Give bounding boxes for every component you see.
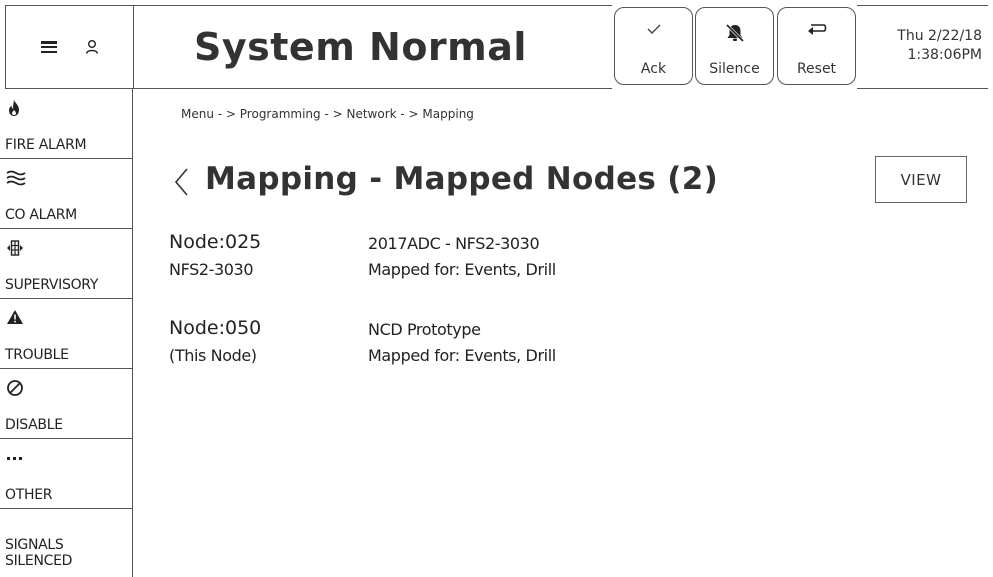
list-item[interactable]: Node:025 NFS2-3030 2017ADC - NFS2-3030 M… <box>169 231 929 291</box>
sidebar-item-label: CO ALARM <box>5 207 77 223</box>
list-item[interactable]: Node:050 (This Node) NCD Prototype Mappe… <box>169 317 929 377</box>
silence-button[interactable]: Silence <box>695 7 774 85</box>
node-mapped-for: Mapped for: Events, Drill <box>368 260 556 279</box>
waves-icon <box>6 169 26 187</box>
ack-button[interactable]: Ack <box>614 7 693 85</box>
clock-date: Thu 2/22/18 <box>897 28 982 44</box>
reset-button[interactable]: Reset <box>777 7 856 85</box>
ack-label: Ack <box>640 61 667 77</box>
sidebar-item-fire-alarm[interactable]: FIRE ALARM <box>0 89 133 159</box>
node-id: Node:025 <box>169 231 262 253</box>
dots-icon <box>6 449 24 467</box>
reset-label: Reset <box>796 61 837 77</box>
node-subtitle: NFS2-3030 <box>169 260 254 279</box>
silence-label: Silence <box>709 61 760 77</box>
status-title-box: System Normal <box>134 5 612 89</box>
return-arrow-icon <box>778 22 855 43</box>
sidebar-item-label: OTHER <box>5 487 53 503</box>
user-icon[interactable] <box>85 39 99 55</box>
sidebar-item-trouble[interactable]: TROUBLE <box>0 299 133 369</box>
panel-screen: System Normal Ack Silence Reset Thu 2/22… <box>0 0 993 577</box>
sidebar-item-label: SIGNALS SILENCED <box>5 537 72 569</box>
sidebar-item-label: FIRE ALARM <box>5 137 87 153</box>
back-chevron-icon[interactable] <box>172 166 192 198</box>
supervisory-icon <box>6 239 24 257</box>
sidebar-item-label: TROUBLE <box>5 347 69 363</box>
node-subtitle: (This Node) <box>169 346 257 365</box>
sidebar-item-co-alarm[interactable]: CO ALARM <box>0 159 133 229</box>
signals-label-line2: SILENCED <box>5 553 73 569</box>
sidebar-item-label: DISABLE <box>5 417 63 433</box>
sidebar-item-supervisory[interactable]: SUPERVISORY <box>0 229 133 299</box>
sidebar-item-other[interactable]: OTHER <box>0 439 133 509</box>
sidebar-item-disable[interactable]: DISABLE <box>0 369 133 439</box>
disable-circle-icon <box>6 379 24 397</box>
clock-time: 1:38:06PM <box>907 47 983 63</box>
view-button[interactable]: VIEW <box>875 156 967 203</box>
checkmark-icon <box>615 22 692 40</box>
signals-label-line1: SIGNALS <box>5 537 64 553</box>
menu-user-box[interactable] <box>5 5 134 89</box>
top-bar: System Normal Ack Silence Reset Thu 2/22… <box>0 0 993 89</box>
node-id: Node:050 <box>169 317 262 339</box>
breadcrumb: Menu - > Programming - > Network - > Map… <box>181 107 474 121</box>
warning-triangle-icon <box>6 309 24 327</box>
bell-muted-icon <box>696 22 773 49</box>
node-name: 2017ADC - NFS2-3030 <box>368 234 540 253</box>
system-status-title: System Normal <box>194 25 527 69</box>
sidebar-item-signals-silenced[interactable]: SIGNALS SILENCED <box>0 509 133 577</box>
node-mapped-for: Mapped for: Events, Drill <box>368 346 556 365</box>
hamburger-menu-icon[interactable] <box>40 41 57 53</box>
node-name: NCD Prototype <box>368 320 481 339</box>
flame-icon <box>6 99 24 117</box>
main-content: Menu - > Programming - > Network - > Map… <box>134 89 993 577</box>
clock: Thu 2/22/18 1:38:06PM <box>857 5 988 89</box>
event-category-sidebar: FIRE ALARM CO ALARM SUPERVISORY TROUBLE … <box>0 89 133 577</box>
sidebar-item-label: SUPERVISORY <box>5 277 99 293</box>
page-title: Mapping - Mapped Nodes (2) <box>205 161 719 197</box>
